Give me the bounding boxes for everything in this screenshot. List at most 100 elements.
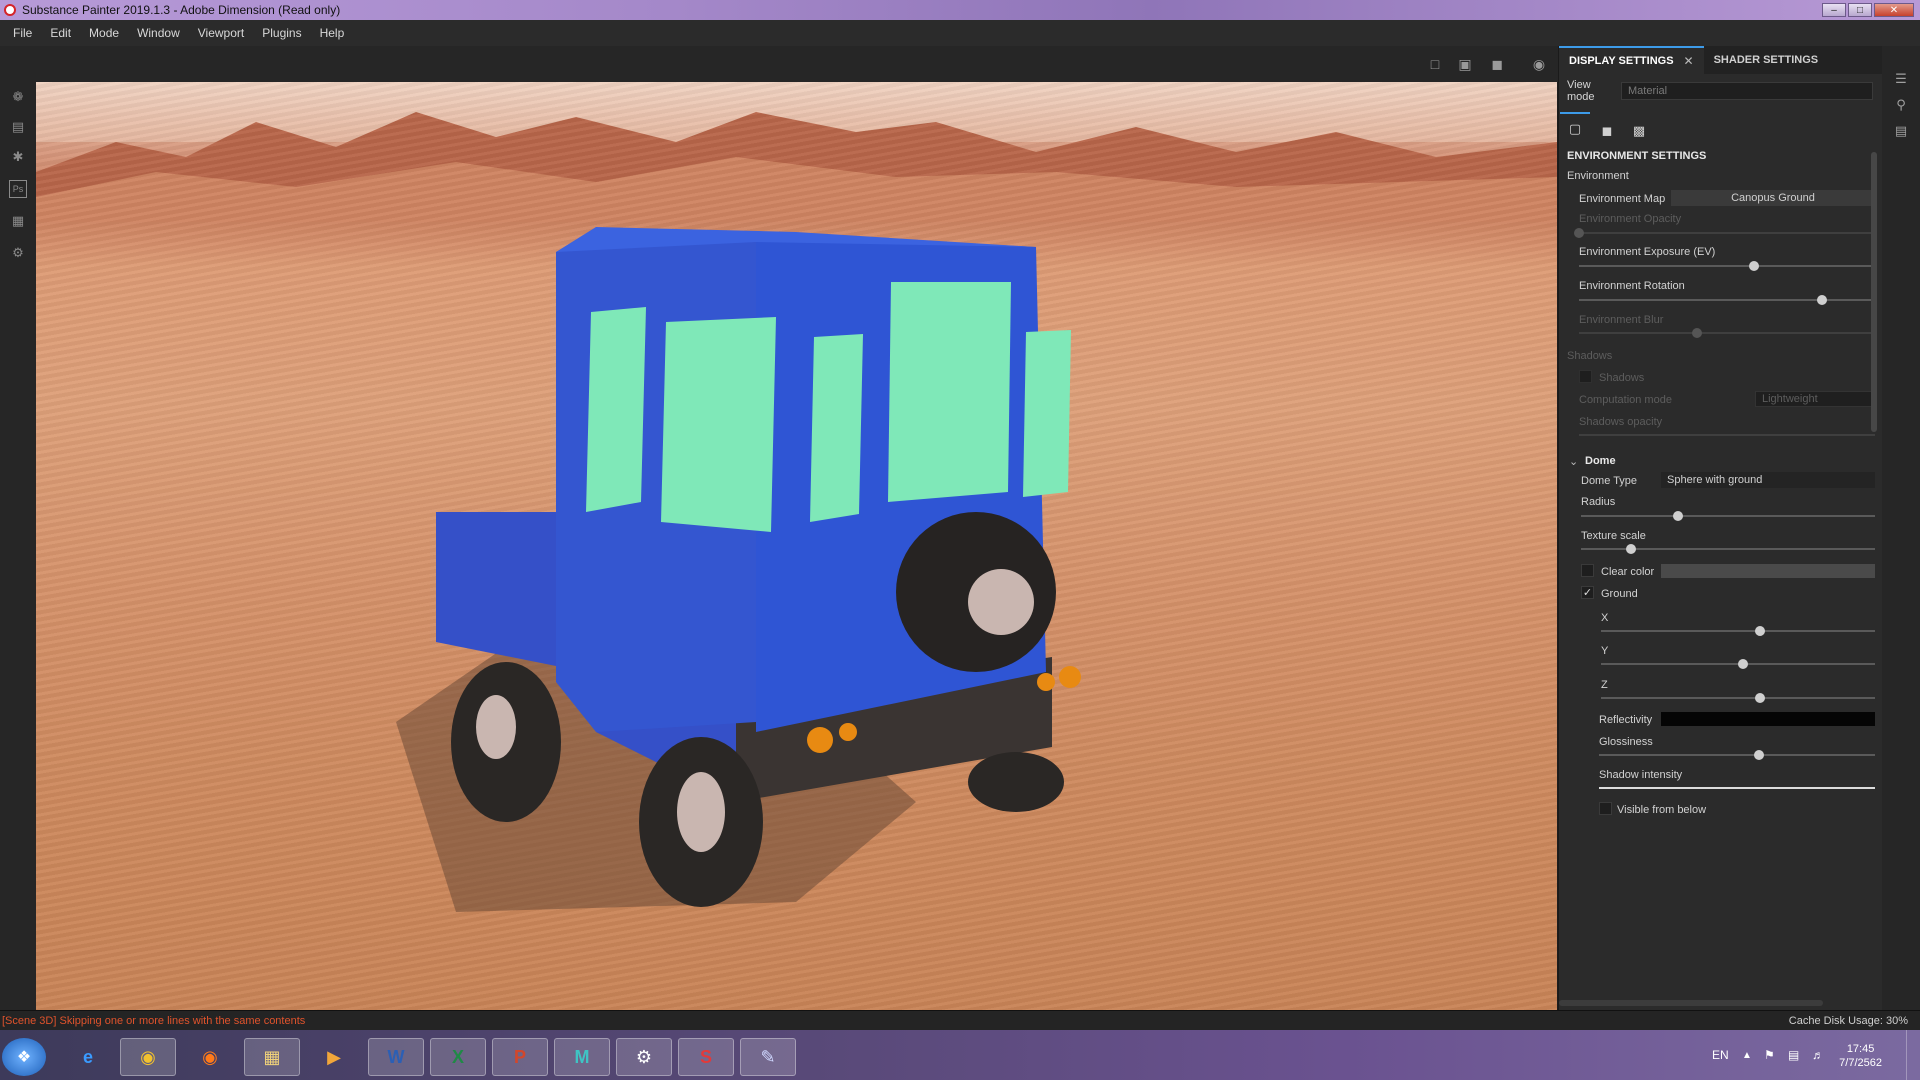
y-slider[interactable] (1601, 659, 1875, 669)
environment-map-label: Environment Map (1579, 193, 1666, 205)
menu-file[interactable]: File (4, 26, 41, 40)
z-slider[interactable] (1601, 693, 1875, 703)
environment-blur-slider[interactable] (1579, 328, 1875, 338)
tail-light-right-small (1037, 673, 1055, 691)
menu-plugins[interactable]: Plugins (253, 26, 310, 40)
slider-knob[interactable] (1574, 228, 1584, 238)
menu-edit[interactable]: Edit (41, 26, 80, 40)
status-bar: [Scene 3D] Skipping one or more lines wi… (0, 1010, 1920, 1030)
rear-window-right (1023, 330, 1071, 497)
show-desktop-button[interactable] (1906, 1030, 1920, 1080)
properties-icon[interactable]: ▤ (1892, 122, 1910, 140)
tail-light-left-small (839, 723, 857, 741)
camera-icon[interactable]: ◼ (1486, 54, 1508, 74)
clear-color-swatch[interactable] (1661, 564, 1875, 578)
slider-knob[interactable] (1754, 750, 1765, 760)
tail-light-right (1059, 666, 1081, 688)
slider-knob[interactable] (1754, 693, 1765, 703)
chrome-icon[interactable]: ◉ (120, 1038, 176, 1076)
photoshop-export-icon[interactable]: Ps (9, 180, 27, 198)
word-icon[interactable]: W (368, 1038, 424, 1076)
viewport-2d-icon[interactable]: □ (1424, 54, 1446, 74)
document-icon[interactable]: ▦ (9, 212, 27, 230)
steam-icon[interactable]: ⚙ (616, 1038, 672, 1076)
panel-tabs: DISPLAY SETTINGS ✕ SHADER SETTINGS (1559, 46, 1883, 74)
file-explorer-icon[interactable]: ▦ (244, 1038, 300, 1076)
environment-map-dropdown[interactable]: Canopus Ground (1671, 190, 1875, 206)
radius-slider[interactable] (1581, 511, 1875, 521)
shadows-opacity-slider[interactable] (1579, 434, 1875, 436)
environment-opacity-slider[interactable] (1574, 228, 1875, 238)
panel-scrollbar[interactable] (1871, 152, 1877, 432)
slider-knob[interactable] (1673, 511, 1684, 521)
shadows-opacity-label: Shadows opacity (1579, 416, 1663, 428)
system-clock[interactable]: 17:45 7/7/2562 (1839, 1042, 1882, 1070)
menu-window[interactable]: Window (128, 26, 189, 40)
visible-from-below-checkbox[interactable] (1599, 802, 1612, 815)
close-tab-icon[interactable]: ✕ (1684, 54, 1694, 68)
minimize-button[interactable]: – (1822, 3, 1846, 17)
reflectivity-swatch[interactable] (1661, 712, 1875, 726)
internet-explorer-icon[interactable]: e (60, 1038, 116, 1076)
environment-exposure-slider[interactable] (1579, 261, 1875, 271)
search-icon[interactable]: ⚲ (1892, 96, 1910, 114)
language-indicator[interactable]: EN (1712, 1030, 1729, 1080)
glossiness-slider[interactable] (1599, 750, 1875, 760)
far-rear-wheel (968, 752, 1064, 812)
maya-icon[interactable]: M (554, 1038, 610, 1076)
gear-tool-icon[interactable]: ❁ (9, 88, 27, 106)
layers-panel-icon[interactable]: ☰ (1892, 70, 1910, 88)
layers-tool-icon[interactable]: ▤ (9, 118, 27, 136)
title-bar: Substance Painter 2019.1.3 - Adobe Dimen… (0, 0, 1920, 20)
tray-expand-icon[interactable]: ▲ (1742, 1030, 1752, 1080)
viewport-toolbar: □ ▣ ◼ ◉ (0, 46, 1558, 82)
excel-icon[interactable]: X (430, 1038, 486, 1076)
firefox-icon[interactable]: ◉ (182, 1038, 238, 1076)
screenshot-camera-icon[interactable]: ◉ (1528, 54, 1550, 74)
object-cube-icon[interactable]: ▣ (1454, 54, 1476, 74)
slider-knob[interactable] (1816, 295, 1827, 305)
environment-rotation-slider[interactable] (1579, 295, 1875, 305)
tab-display-settings[interactable]: DISPLAY SETTINGS ✕ (1559, 46, 1704, 74)
environment-image-icon[interactable]: ▢ (1560, 112, 1590, 144)
dome-collapse-chevron-icon[interactable]: ⌄ (1569, 455, 1578, 468)
start-button-icon[interactable]: ❖ (2, 1038, 46, 1076)
action-center-flag-icon[interactable]: ⚑ (1764, 1030, 1775, 1080)
texture-scale-slider[interactable] (1581, 544, 1875, 554)
camera-settings-icon[interactable]: ◼ (1592, 118, 1622, 144)
status-message: [Scene 3D] Skipping one or more lines wi… (2, 1014, 306, 1027)
slider-knob[interactable] (1625, 544, 1636, 554)
volume-icon[interactable]: ♬ (1812, 1030, 1824, 1080)
shadows-checkbox[interactable] (1579, 370, 1592, 383)
tab-shader-settings-label: SHADER SETTINGS (1713, 54, 1819, 66)
ground-checkbox[interactable]: ✓ (1581, 586, 1594, 599)
substance-painter-taskbar-icon[interactable]: S (678, 1038, 734, 1076)
slider-knob[interactable] (1754, 626, 1765, 636)
network-icon[interactable]: ▤ (1788, 1030, 1799, 1080)
clear-color-checkbox[interactable] (1581, 564, 1594, 577)
computation-mode-dropdown[interactable]: Lightweight (1755, 391, 1875, 407)
horizontal-scrollbar[interactable] (1559, 1000, 1823, 1006)
menu-viewport[interactable]: Viewport (189, 26, 253, 40)
frame-settings-icon[interactable]: ▩ (1624, 118, 1654, 144)
slider-knob[interactable] (1692, 328, 1703, 338)
media-player-icon[interactable]: ▶ (306, 1038, 362, 1076)
paint-tool-icon[interactable]: ✎ (740, 1038, 796, 1076)
dome-type-dropdown[interactable]: Sphere with ground (1661, 472, 1875, 488)
plugin-gear-icon[interactable]: ⚙ (9, 244, 27, 262)
menu-mode[interactable]: Mode (80, 26, 128, 40)
x-slider[interactable] (1601, 626, 1875, 636)
slider-knob[interactable] (1738, 659, 1749, 669)
3d-viewport[interactable] (36, 82, 1557, 1010)
slider-knob[interactable] (1748, 261, 1759, 271)
maximize-button[interactable]: □ (1848, 3, 1872, 17)
menu-help[interactable]: Help (311, 26, 354, 40)
environment-settings-title: ENVIRONMENT SETTINGS (1567, 150, 1707, 162)
dome-section-title[interactable]: Dome (1585, 455, 1616, 467)
jeep-model (396, 227, 1081, 912)
close-window-button[interactable]: ✕ (1874, 3, 1914, 17)
view-mode-dropdown[interactable]: Material (1621, 82, 1873, 100)
tab-shader-settings[interactable]: SHADER SETTINGS (1704, 46, 1829, 74)
powerpoint-icon[interactable]: P (492, 1038, 548, 1076)
settings-tool-icon[interactable]: ✱ (9, 148, 27, 166)
